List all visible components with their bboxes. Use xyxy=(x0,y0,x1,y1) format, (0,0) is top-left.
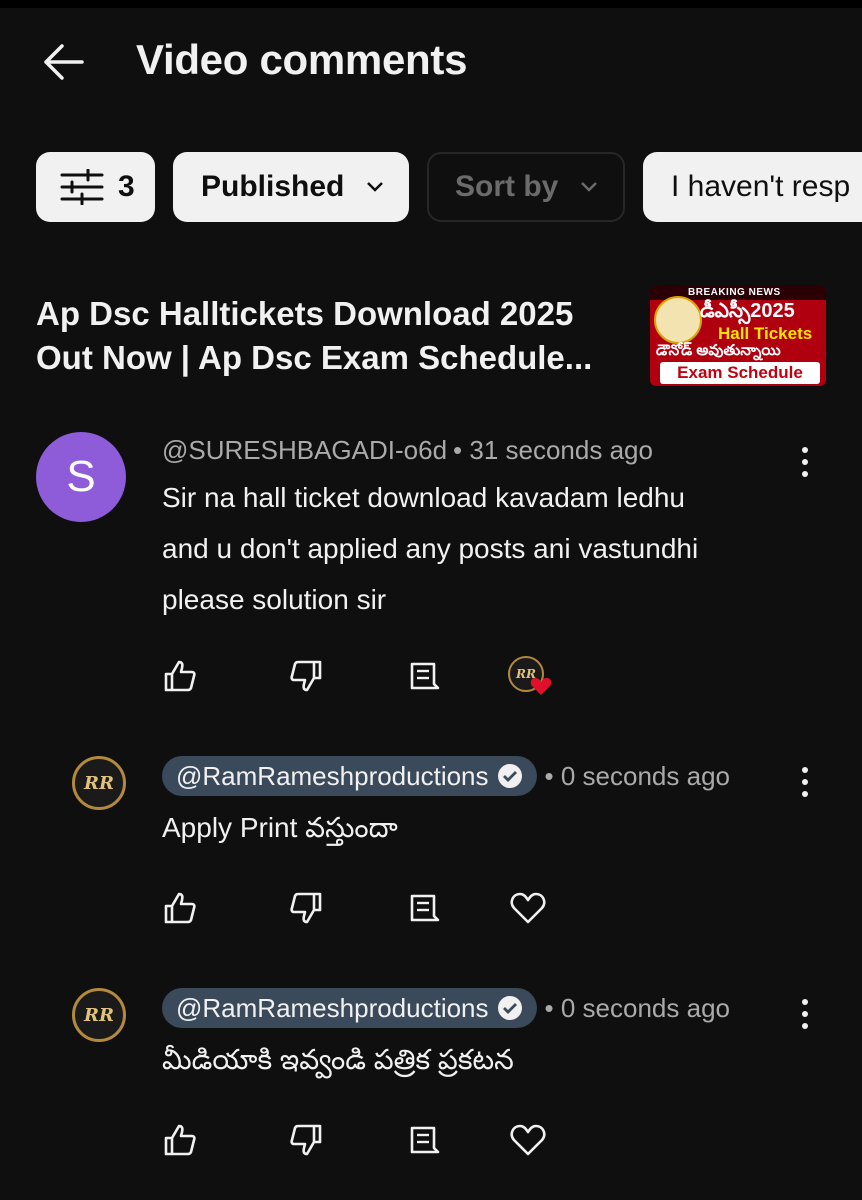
comment-actions xyxy=(160,1120,580,1160)
like-button[interactable] xyxy=(160,1120,200,1160)
avatar[interactable]: RR xyxy=(72,988,126,1042)
comment-text-line: మీడియాకి ఇవ్వండి పత్రిక ప్రకటన xyxy=(162,1044,514,1075)
filter-chip[interactable]: 3 xyxy=(36,152,155,222)
creator-handle[interactable]: @RamRameshproductions xyxy=(162,756,537,796)
back-button[interactable] xyxy=(38,38,90,86)
comment-time: • 0 seconds ago xyxy=(544,992,730,1023)
comment-text-line: and u don't applied any posts ani vastun… xyxy=(162,533,699,564)
filter-chips: 3 Published Sort by I haven't resp xyxy=(36,152,862,224)
thumbs-down-icon xyxy=(290,660,322,692)
heart-icon xyxy=(510,892,546,924)
published-dropdown[interactable]: Published xyxy=(173,152,409,222)
thumbnail-breaking-text: BREAKING NEWS xyxy=(688,287,781,298)
thumbnail-text: Exam Schedule xyxy=(660,362,820,384)
comment-text-line: Apply Print వస్తుందా xyxy=(162,812,398,843)
sort-dropdown[interactable]: Sort by xyxy=(427,152,625,222)
thumbs-down-icon xyxy=(290,892,322,924)
avatar[interactable]: S xyxy=(36,432,126,522)
comment-author: @RamRameshproductions xyxy=(176,992,489,1023)
more-vert-icon xyxy=(802,999,808,1029)
video-title-line: Ap Dsc Halltickets Download 2025 xyxy=(36,295,574,332)
app-header: Video comments xyxy=(0,8,862,118)
more-vert-icon xyxy=(802,767,808,797)
creator-handle[interactable]: @RamRameshproductions xyxy=(162,988,537,1028)
dislike-button[interactable] xyxy=(286,888,326,928)
video-title-line: Out Now | Ap Dsc Exam Schedule... xyxy=(36,339,593,376)
verified-check-icon xyxy=(497,996,522,1020)
dislike-button[interactable] xyxy=(286,1120,326,1160)
heart-button[interactable] xyxy=(508,888,548,928)
video-title[interactable]: Ap Dsc Halltickets Download 2025 Out Now… xyxy=(36,292,636,380)
comment-text: Apply Print వస్తుందా xyxy=(162,802,398,853)
page-title: Video comments xyxy=(136,36,468,83)
comment-actions: RR xyxy=(160,656,580,696)
more-vert-icon xyxy=(802,447,808,477)
like-button[interactable] xyxy=(160,656,200,696)
thumbnail-text: డౌనోడ్ అవుతున్నాయి xyxy=(656,342,781,359)
thumbs-up-icon xyxy=(164,660,196,692)
comment-meta: @RamRameshproductions • 0 seconds ago xyxy=(162,756,730,796)
dislike-button[interactable] xyxy=(286,656,326,696)
comment-text: మీడియాకి ఇవ్వండి పత్రిక ప్రకటన xyxy=(162,1034,514,1085)
more-options-button[interactable] xyxy=(790,994,820,1034)
avatar[interactable]: RR xyxy=(72,756,126,810)
back-arrow-icon xyxy=(44,44,84,80)
comment-text: Sir na hall ticket download kavadam ledh… xyxy=(162,472,698,625)
sort-label: Sort by xyxy=(455,170,559,203)
reply-icon xyxy=(410,894,440,922)
heart-icon xyxy=(510,1124,546,1156)
not-responded-label: I haven't resp xyxy=(671,170,851,203)
comment-author[interactable]: @SURESHBAGADI-o6d xyxy=(162,435,447,466)
comment-meta: @SURESHBAGADI-o6d • 31 seconds ago xyxy=(162,432,653,468)
verified-check-icon xyxy=(497,764,522,788)
thumbs-up-icon xyxy=(164,1124,196,1156)
reply-button[interactable] xyxy=(404,656,444,696)
like-button[interactable] xyxy=(160,888,200,928)
published-label: Published xyxy=(201,170,345,203)
emblem-logo xyxy=(654,296,702,344)
comment-text-line: Sir na hall ticket download kavadam ledh… xyxy=(162,482,685,513)
thumbs-down-icon xyxy=(290,1124,322,1156)
reply-icon xyxy=(410,662,440,690)
reply-button[interactable] xyxy=(404,888,444,928)
thumbs-up-icon xyxy=(164,892,196,924)
comment-time: • 31 seconds ago xyxy=(453,434,653,465)
comment-author: @RamRameshproductions xyxy=(176,760,489,791)
comment-meta: @RamRameshproductions • 0 seconds ago xyxy=(162,988,730,1028)
filter-count: 3 xyxy=(118,170,135,203)
thumbnail-text: Hall Tickets xyxy=(718,324,813,343)
filter-sliders-icon xyxy=(60,169,104,205)
comment-time: • 0 seconds ago xyxy=(544,760,730,791)
more-options-button[interactable] xyxy=(790,442,820,482)
creator-heart-badge[interactable]: RR xyxy=(508,656,552,696)
video-thumbnail[interactable]: BREAKING NEWS డీఎస్సీ2025 Hall Tickets డ… xyxy=(650,286,826,386)
heart-icon xyxy=(530,677,552,695)
status-strip xyxy=(0,0,862,8)
comment-actions xyxy=(160,888,580,928)
reply-icon xyxy=(410,1126,440,1154)
more-options-button[interactable] xyxy=(790,762,820,802)
heart-button[interactable] xyxy=(508,1120,548,1160)
thumbnail-text: డీఎస్సీ2025 xyxy=(700,300,795,322)
not-responded-chip[interactable]: I haven't resp xyxy=(643,152,862,222)
chevron-down-icon xyxy=(367,182,384,192)
reply-button[interactable] xyxy=(404,1120,444,1160)
comment-text-line: please solution sir xyxy=(162,584,387,615)
chevron-down-icon xyxy=(581,182,598,192)
